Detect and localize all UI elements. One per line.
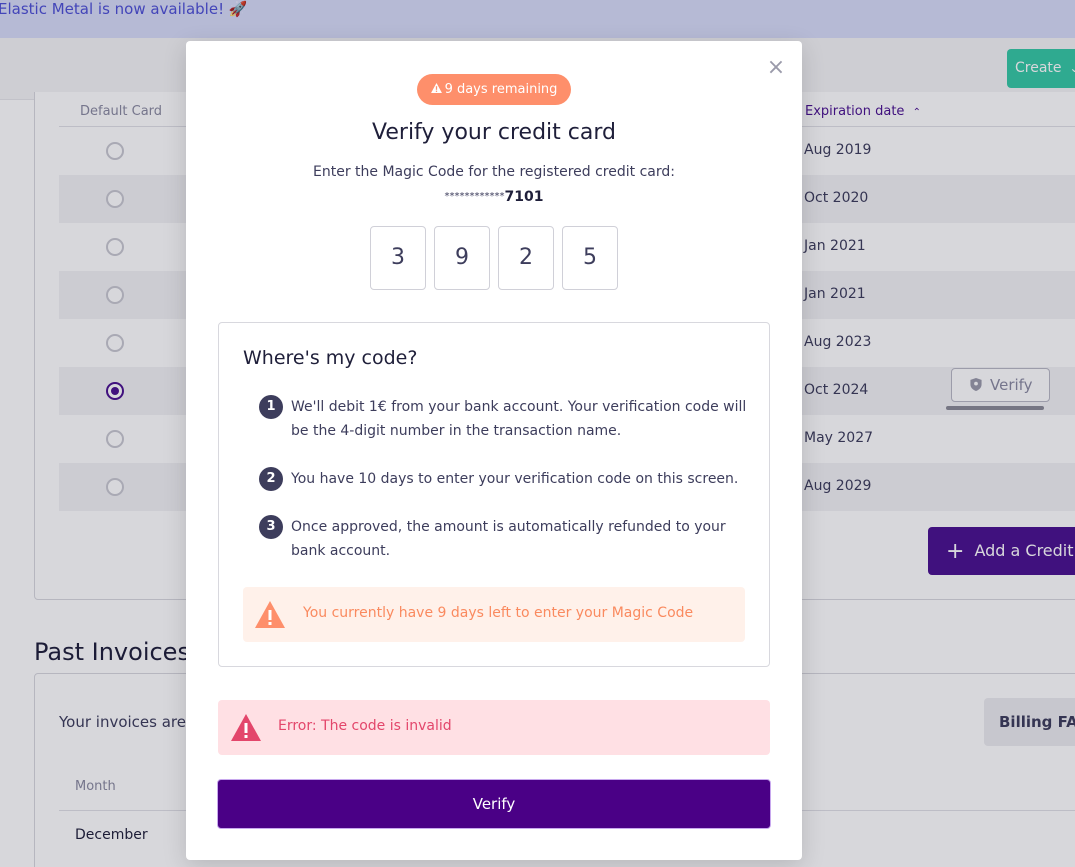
days-remaining-text: 9 days remaining [444, 82, 558, 97]
warning-icon [255, 601, 285, 628]
verify-button[interactable]: Verify [217, 779, 771, 829]
close-icon[interactable]: × [766, 57, 786, 79]
modal-instruction: Enter the Magic Code for the registered … [313, 164, 675, 180]
warning-icon [430, 83, 442, 93]
masked-card-number: ************7101 [186, 189, 802, 205]
days-left-warning-text: You currently have 9 days left to enter … [303, 605, 694, 621]
help-title: Where's my code? [243, 347, 418, 369]
step-number-1: 1 [259, 395, 283, 419]
step-text-2: You have 10 days to enter your verificat… [291, 471, 739, 487]
code-digit-3[interactable]: 2 [498, 226, 554, 290]
step-text-1: We'll debit 1€ from your bank account. Y… [291, 399, 747, 439]
days-left-warning: You currently have 9 days left to enter … [243, 587, 745, 642]
error-alert: Error: The code is invalid [218, 700, 770, 755]
code-digit-2[interactable]: 9 [434, 226, 490, 290]
days-remaining-badge: 9 days remaining [417, 74, 571, 105]
step-number-2: 2 [259, 467, 283, 491]
code-digit-4[interactable]: 5 [562, 226, 618, 290]
code-digit-1[interactable]: 3 [370, 226, 426, 290]
card-mask: ************ [444, 191, 505, 202]
step-number-3: 3 [259, 515, 283, 539]
modal-title: Verify your credit card [372, 120, 616, 145]
card-last-four: 7101 [504, 189, 544, 205]
alert-icon [231, 714, 261, 741]
error-text: Error: The code is invalid [278, 718, 452, 734]
step-text-3: Once approved, the amount is automatical… [291, 519, 726, 559]
